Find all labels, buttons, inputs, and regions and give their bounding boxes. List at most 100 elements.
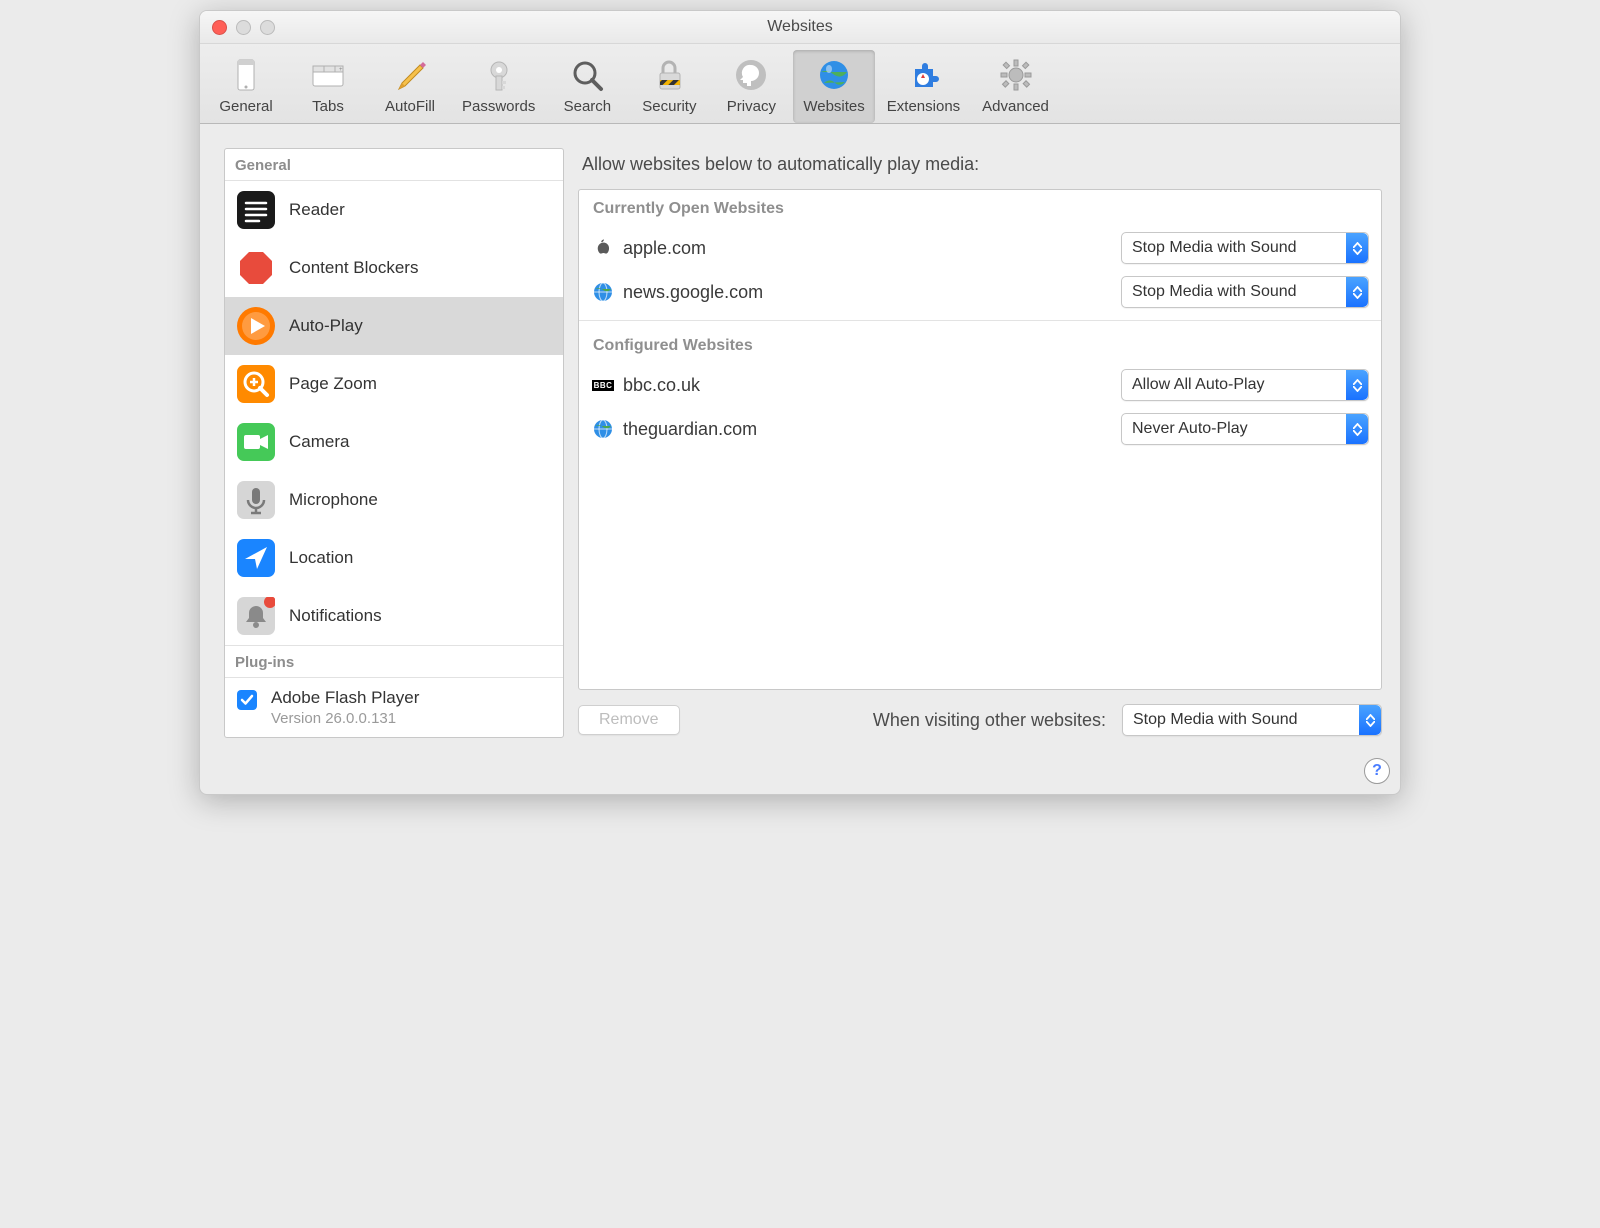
group-configured-websites: Configured Websites [579,327,1381,363]
sidebar-section-plugins: Plug-ins [225,645,563,678]
website-domain: theguardian.com [623,419,1111,440]
toolbar-label: Search [564,98,612,115]
sidebar-item-label: Notifications [289,606,382,626]
camera-icon [237,423,275,461]
plugin-row[interactable]: Adobe Flash Player Version 26.0.0.131 [225,678,563,737]
website-domain: news.google.com [623,282,1111,303]
sidebar-item-label: Reader [289,200,345,220]
toolbar-label: General [219,98,272,115]
plugin-version: Version 26.0.0.131 [271,710,419,727]
website-setting-value: Stop Media with Sound [1122,239,1346,257]
website-setting-select[interactable]: Never Auto-Play [1121,413,1369,445]
reader-icon [237,191,275,229]
sidebar-section-general: General [225,149,563,181]
sidebar-item-label: Page Zoom [289,374,377,394]
sidebar-item-microphone[interactable]: Microphone [225,471,563,529]
sidebar-item-content-blockers[interactable]: Content Blockers [225,239,563,297]
sidebar-item-location[interactable]: Location [225,529,563,587]
divider [579,320,1381,321]
toolbar-label: Passwords [462,98,535,115]
sidebar-item-label: Auto-Play [289,316,363,336]
select-arrows-icon [1359,705,1381,735]
toolbar-label: Extensions [887,98,960,115]
toolbar-privacy[interactable]: Privacy [711,50,791,123]
sidebar-item-reader[interactable]: Reader [225,181,563,239]
plugin-checkbox[interactable] [237,690,257,710]
security-icon [650,56,688,94]
default-setting-label: When visiting other websites: [873,710,1106,731]
website-row[interactable]: news.google.com Stop Media with Sound [579,270,1381,314]
sidebar-item-notifications[interactable]: Notifications [225,587,563,645]
preferences-toolbar: General Tabs AutoFill Passwords Search Securi… [200,44,1400,124]
passwords-icon [480,56,518,94]
help-button[interactable]: ? [1364,758,1390,784]
website-row[interactable]: apple.com Stop Media with Sound [579,226,1381,270]
website-domain: apple.com [623,238,1111,259]
website-domain: bbc.co.uk [623,375,1111,396]
sidebar-item-auto-play[interactable]: Auto-Play [225,297,563,355]
toolbar-security[interactable]: Security [629,50,709,123]
notifications-icon [237,597,275,635]
auto-play-icon [237,307,275,345]
toolbar-label: Privacy [727,98,776,115]
titlebar: Websites [200,11,1400,44]
plugin-name: Adobe Flash Player [271,688,419,708]
toolbar-label: Security [642,98,696,115]
content-blockers-icon [237,249,275,287]
preferences-window: Websites General Tabs AutoFill Passwords Sea… [199,10,1401,795]
sidebar-item-page-zoom[interactable]: Page Zoom [225,355,563,413]
sidebar-item-label: Camera [289,432,349,452]
website-setting-select[interactable]: Stop Media with Sound [1121,276,1369,308]
globe-icon [593,282,613,302]
toolbar-label: Websites [803,98,864,115]
toolbar-advanced[interactable]: Advanced [972,50,1059,123]
select-arrows-icon [1346,414,1368,444]
website-setting-value: Never Auto-Play [1122,420,1346,438]
autofill-icon [391,56,429,94]
globe-icon [593,419,613,439]
toolbar-autofill[interactable]: AutoFill [370,50,450,123]
toolbar-websites[interactable]: Websites [793,50,874,123]
website-setting-select[interactable]: Stop Media with Sound [1121,232,1369,264]
microphone-icon [237,481,275,519]
toolbar-general[interactable]: General [206,50,286,123]
main-pane: Allow websites below to automatically pl… [578,148,1382,738]
page-zoom-icon [237,365,275,403]
select-arrows-icon [1346,370,1368,400]
group-open-websites: Currently Open Websites [579,190,1381,226]
tabs-icon [309,56,347,94]
sidebar-item-label: Location [289,548,353,568]
toolbar-label: Advanced [982,98,1049,115]
toolbar-search[interactable]: Search [547,50,627,123]
bbc-icon: BBC [593,375,613,395]
remove-button[interactable]: Remove [578,705,680,735]
default-setting-select[interactable]: Stop Media with Sound [1122,704,1382,736]
toolbar-tabs[interactable]: Tabs [288,50,368,123]
location-icon [237,539,275,577]
website-row[interactable]: theguardian.com Never Auto-Play [579,407,1381,451]
toolbar-label: Tabs [312,98,344,115]
apple-icon [593,238,613,258]
toolbar-passwords[interactable]: Passwords [452,50,545,123]
websites-panel: Currently Open Websites apple.com Stop M… [578,189,1382,690]
search-icon [568,56,606,94]
panel-footer: Remove When visiting other websites: Sto… [578,690,1382,738]
select-arrows-icon [1346,277,1368,307]
sidebar-item-label: Microphone [289,490,378,510]
website-setting-value: Allow All Auto-Play [1122,376,1346,394]
toolbar-label: AutoFill [385,98,435,115]
website-row[interactable]: BBC bbc.co.uk Allow All Auto-Play [579,363,1381,407]
default-setting-value: Stop Media with Sound [1123,711,1359,729]
websites-sidebar: General Reader Content Blockers Auto-Play P… [224,148,564,738]
select-arrows-icon [1346,233,1368,263]
website-setting-select[interactable]: Allow All Auto-Play [1121,369,1369,401]
window-title: Websites [200,18,1400,36]
toolbar-extensions[interactable]: Extensions [877,50,970,123]
privacy-icon [732,56,770,94]
extensions-icon [904,56,942,94]
sidebar-item-label: Content Blockers [289,258,418,278]
websites-icon [815,56,853,94]
sidebar-item-camera[interactable]: Camera [225,413,563,471]
general-icon [227,56,265,94]
pane-header: Allow websites below to automatically pl… [582,154,1382,175]
